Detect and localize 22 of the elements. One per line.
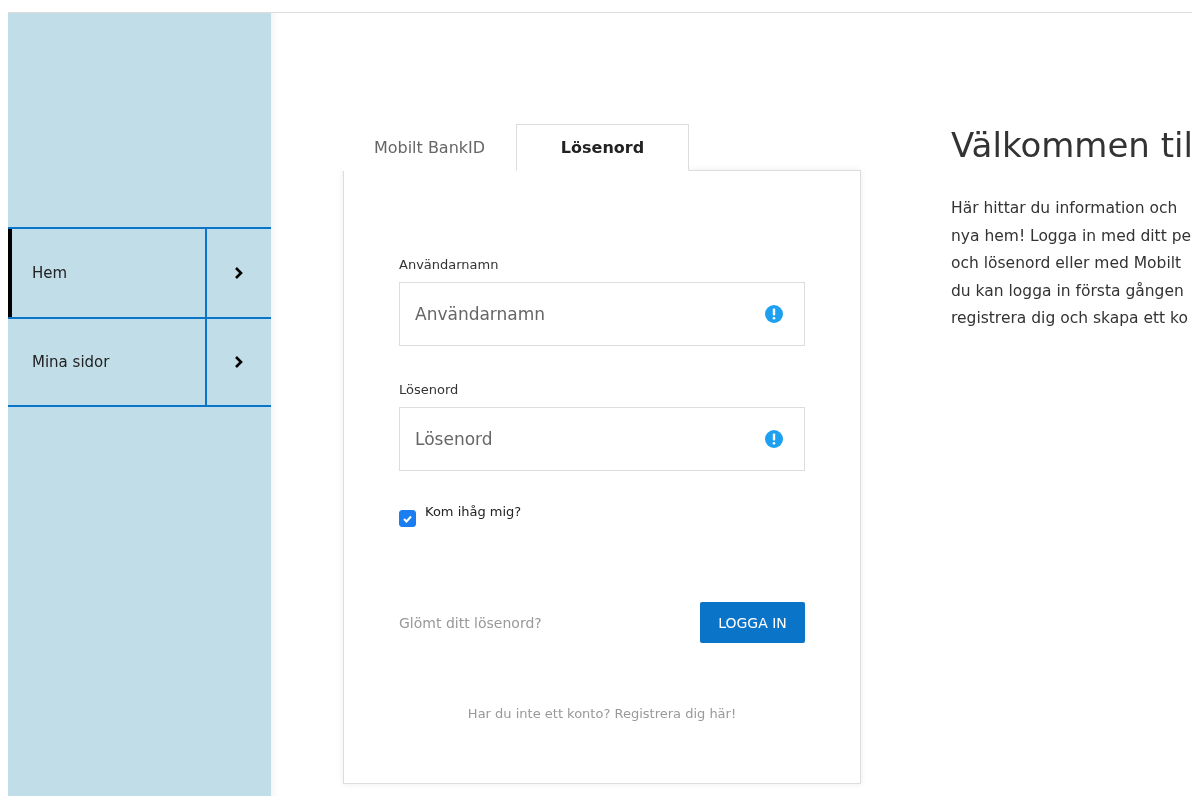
- welcome-text: Här hittar du information och: [951, 198, 1179, 219]
- input-field[interactable]: Användarnamn: [399, 282, 805, 346]
- forgot-password-link[interactable]: Glömt ditt lösenord?: [399, 614, 542, 631]
- welcome-title: Välkommen till: [951, 125, 1192, 165]
- welcome-text: nya hem! Logga in med ditt pe: [951, 225, 1192, 247]
- input-field[interactable]: Lösenord: [399, 407, 805, 471]
- welcome-text: registrera dig och skapa ett ko: [951, 308, 1189, 329]
- chevron-right-icon[interactable]: [234, 355, 244, 369]
- checkbox[interactable]: [399, 510, 416, 527]
- welcome-text: och lösenord eller med Mobilt: [951, 253, 1183, 274]
- info-icon: [765, 430, 783, 448]
- nav-item[interactable]: Mina sidor: [8, 319, 205, 405]
- checkmark-icon: [403, 514, 412, 523]
- welcome-text: du kan logga in första gången: [951, 280, 1185, 302]
- field-label: Lösenord: [399, 382, 460, 397]
- nav-item[interactable]: Hem: [8, 229, 205, 317]
- chevron-right-icon[interactable]: [234, 266, 244, 280]
- field-label: Användarnamn: [399, 257, 500, 272]
- checkbox-label: Kom ihåg mig?: [425, 504, 522, 519]
- info-icon: [765, 305, 783, 323]
- tab[interactable]: Lösenord: [516, 124, 689, 171]
- login-button[interactable]: LOGGA IN: [700, 602, 805, 643]
